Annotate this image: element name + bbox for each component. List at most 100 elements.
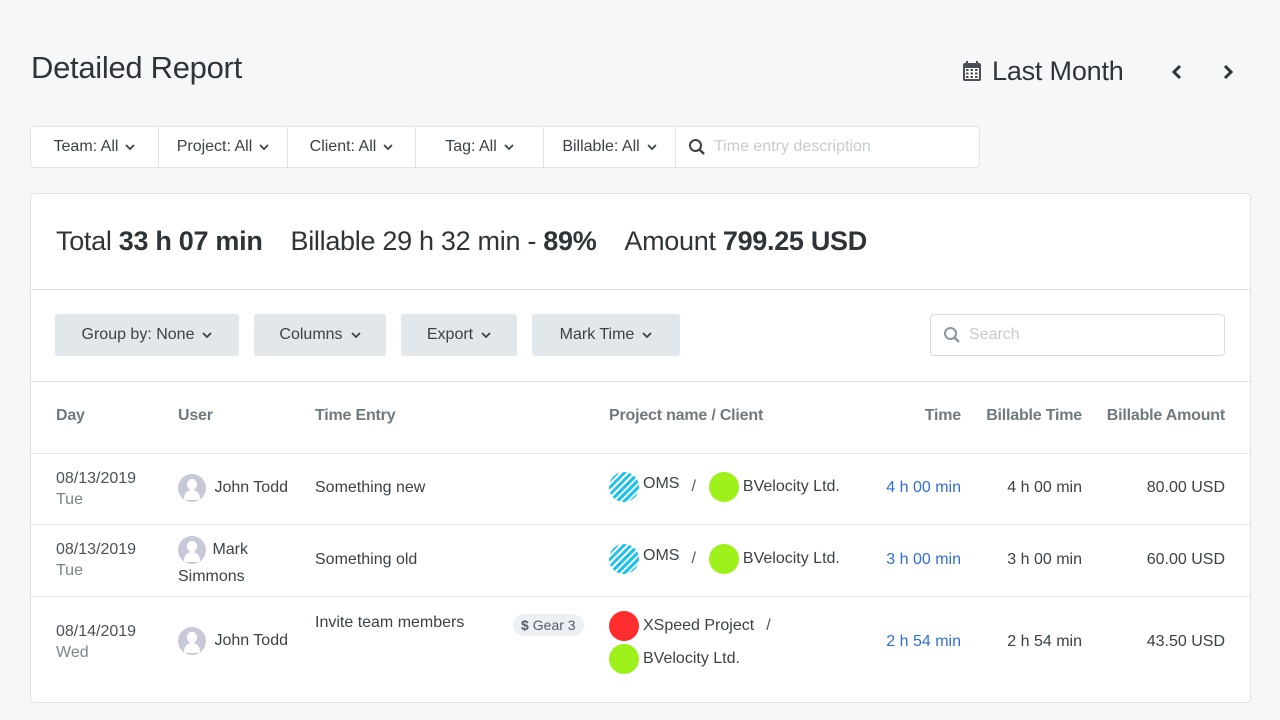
column-header-billable-time[interactable]: Billable Time bbox=[986, 407, 1082, 425]
billable-time-value: 4 h 00 min bbox=[1007, 479, 1082, 496]
time-value[interactable]: 2 h 54 min bbox=[886, 633, 961, 651]
table-row[interactable]: 08/13/2019 Tue John Todd Something new O… bbox=[31, 454, 1250, 525]
table-search-input[interactable] bbox=[969, 326, 1209, 344]
table-header: Day User Time Entry Project name / Clien… bbox=[31, 382, 1250, 454]
project-filter[interactable]: Project: All bbox=[159, 127, 288, 167]
amount-summary: Amount 799.25 USD bbox=[624, 226, 867, 257]
project-color-icon bbox=[609, 611, 639, 641]
table-row[interactable]: 08/14/2019 Wed John Todd Invite team mem… bbox=[31, 597, 1250, 689]
day-cell: 08/14/2019 Wed bbox=[56, 621, 136, 663]
entry-date: 08/13/2019 bbox=[56, 541, 137, 558]
project-client-cell: OMS / BVelocity Ltd. bbox=[609, 544, 840, 574]
entry-date: 08/13/2019 bbox=[56, 470, 137, 487]
export-label: Export bbox=[426, 326, 474, 343]
search-icon bbox=[944, 327, 960, 343]
project-name: OMS bbox=[643, 475, 680, 492]
total-value: 33 h 07 min bbox=[118, 226, 263, 256]
column-header-time-entry[interactable]: Time Entry bbox=[315, 407, 396, 425]
billable-time-value: 3 h 00 min bbox=[1007, 551, 1082, 568]
chevron-down-icon bbox=[504, 143, 514, 150]
user-cell: John Todd bbox=[178, 627, 288, 655]
export-button[interactable]: Export bbox=[401, 314, 517, 356]
time-value[interactable]: 3 h 00 min bbox=[886, 551, 961, 569]
separator: / bbox=[691, 478, 696, 495]
project-name: OMS bbox=[643, 547, 680, 564]
calendar-icon bbox=[963, 61, 981, 81]
column-header-billable-amount[interactable]: Billable Amount bbox=[1107, 407, 1225, 425]
client-filter-label: Client: All bbox=[309, 138, 377, 155]
description-search-input[interactable] bbox=[714, 138, 954, 156]
avatar bbox=[178, 474, 206, 502]
billable-filter[interactable]: Billable: All bbox=[544, 127, 676, 167]
group-by-label: Group by: None bbox=[81, 326, 195, 343]
day-cell: 08/13/2019 Tue bbox=[56, 468, 136, 510]
entry-date: 08/14/2019 bbox=[56, 623, 137, 640]
time-entry-description[interactable]: Invite team members bbox=[315, 614, 464, 632]
user-name-first: Mark bbox=[212, 541, 249, 558]
search-icon bbox=[689, 139, 705, 155]
chevron-down-icon bbox=[202, 331, 213, 338]
project-color-icon bbox=[609, 472, 639, 502]
tag-label: Gear 3 bbox=[532, 617, 576, 633]
billable-amount-value: 60.00 USD bbox=[1146, 551, 1225, 568]
chevron-down-icon bbox=[259, 143, 269, 150]
column-header-user[interactable]: User bbox=[178, 407, 213, 425]
user-cell: John Todd bbox=[178, 474, 288, 502]
chevron-down-icon bbox=[350, 331, 361, 338]
client-name: BVelocity Ltd. bbox=[742, 550, 840, 567]
project-client-cell: XSpeed Project / BVelocity Ltd. bbox=[609, 611, 784, 674]
filter-bar: Team: All Project: All Client: All Tag: … bbox=[30, 126, 980, 168]
total-label: Total bbox=[56, 226, 112, 256]
avatar bbox=[178, 536, 206, 564]
team-filter-label: Team: All bbox=[53, 138, 119, 155]
entry-weekday: Wed bbox=[56, 644, 89, 661]
billable-summary: Billable 29 h 32 min - 89% bbox=[291, 226, 597, 257]
tag-filter[interactable]: Tag: All bbox=[416, 127, 544, 167]
total-summary: Total 33 h 07 min bbox=[56, 226, 263, 257]
tag-badge[interactable]: $ Gear 3 bbox=[513, 614, 584, 636]
day-cell: 08/13/2019 Tue bbox=[56, 539, 136, 581]
billable-label: Billable 29 h 32 min - bbox=[290, 226, 537, 256]
separator: / bbox=[691, 550, 696, 567]
client-name: BVelocity Ltd. bbox=[742, 478, 840, 495]
user-name: John Todd bbox=[214, 632, 288, 649]
group-by-button[interactable]: Group by: None bbox=[55, 314, 239, 356]
date-range-picker[interactable]: Last Month bbox=[962, 54, 1124, 88]
page-title: Detailed Report bbox=[31, 50, 242, 85]
chevron-down-icon bbox=[642, 331, 652, 338]
table-search bbox=[930, 314, 1225, 356]
description-search bbox=[676, 127, 979, 167]
time-entry-description[interactable]: Something new bbox=[315, 479, 425, 497]
column-header-time[interactable]: Time bbox=[925, 407, 961, 425]
client-filter[interactable]: Client: All bbox=[288, 127, 416, 167]
chevron-down-icon bbox=[383, 143, 393, 150]
team-filter[interactable]: Team: All bbox=[31, 127, 159, 167]
time-value[interactable]: 4 h 00 min bbox=[886, 479, 961, 497]
column-header-project[interactable]: Project name / Client bbox=[609, 407, 763, 425]
report-card: Total 33 h 07 min Billable 29 h 32 min -… bbox=[30, 193, 1251, 703]
mark-time-button[interactable]: Mark Time bbox=[532, 314, 680, 356]
billable-percent: 89% bbox=[543, 226, 597, 256]
next-period-button[interactable] bbox=[1214, 58, 1242, 86]
billable-time-value: 2 h 54 min bbox=[1007, 633, 1082, 650]
chevron-down-icon bbox=[647, 143, 657, 150]
report-toolbar: Group by: None Columns Export Mark Time bbox=[31, 290, 1250, 382]
time-entry-description[interactable]: Something old bbox=[315, 551, 417, 569]
columns-button[interactable]: Columns bbox=[254, 314, 386, 356]
client-name: BVelocity Ltd. bbox=[643, 650, 740, 667]
billable-filter-label: Billable: All bbox=[562, 138, 640, 155]
client-color-icon bbox=[609, 644, 639, 674]
previous-period-button[interactable] bbox=[1163, 58, 1191, 86]
user-name: John Todd bbox=[214, 479, 288, 496]
project-color-icon bbox=[609, 544, 639, 574]
project-filter-label: Project: All bbox=[176, 138, 253, 155]
entry-weekday: Tue bbox=[56, 562, 83, 579]
project-client-cell: OMS / BVelocity Ltd. bbox=[609, 472, 840, 502]
user-name-last: Simmons bbox=[178, 568, 245, 585]
tag-filter-label: Tag: All bbox=[445, 138, 497, 155]
column-header-day[interactable]: Day bbox=[56, 407, 85, 425]
client-color-icon bbox=[708, 544, 739, 574]
table-row[interactable]: 08/13/2019 Tue Mark Simmons Something ol… bbox=[31, 525, 1250, 597]
separator: / bbox=[766, 617, 771, 634]
billable-dollar-icon: $ bbox=[521, 617, 529, 633]
